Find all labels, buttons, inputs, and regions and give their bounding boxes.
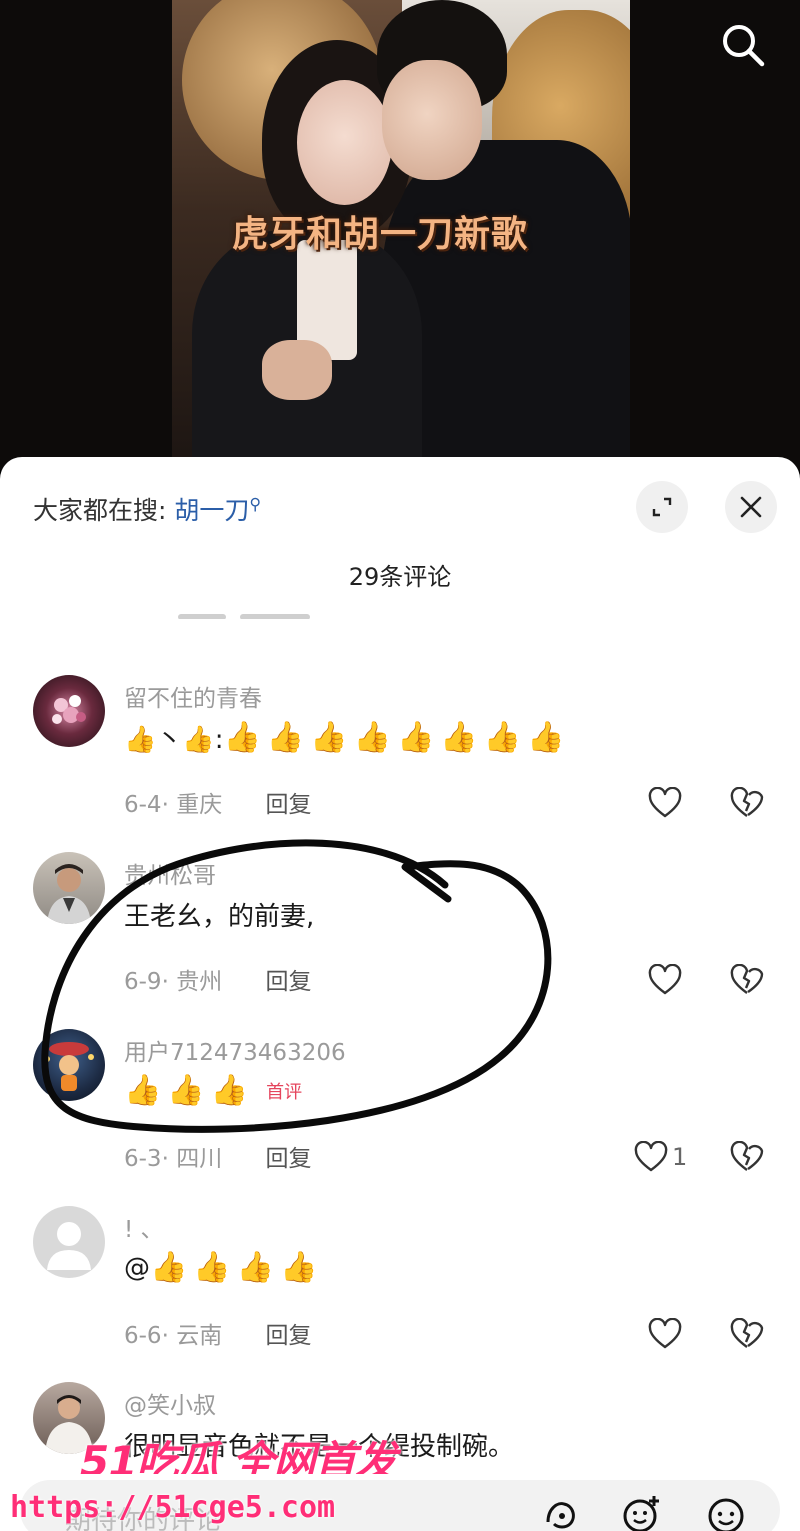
heart-icon bbox=[648, 1318, 682, 1349]
watermark-url: https://51cge5.com bbox=[10, 1490, 336, 1525]
comment-item: 用户712473463206 👍 👍 👍 首评 6-3· 四川 回复 1 bbox=[0, 1029, 800, 1199]
thumbs-up-emoji: 👍 bbox=[167, 1073, 205, 1108]
comment-meta: 6-4· 重庆 回复 bbox=[124, 785, 312, 819]
heart-icon bbox=[648, 787, 682, 818]
comment-item: 留不住的青春 👍丶👍: 👍 👍 👍 👍 👍 👍 👍 👍 6-4· 重庆 回复 bbox=[0, 675, 800, 845]
emoji-icon bbox=[708, 1498, 744, 1531]
broken-heart-icon bbox=[730, 1140, 764, 1171]
like-button[interactable] bbox=[648, 1318, 686, 1350]
thumbs-up-emoji: 👍 bbox=[280, 1250, 318, 1285]
search-suggestion-keyword[interactable]: 胡一刀 bbox=[174, 496, 249, 525]
small-search-icon: ⚲ bbox=[249, 494, 262, 514]
search-button[interactable] bbox=[718, 20, 768, 70]
gift-button[interactable] bbox=[540, 1492, 584, 1531]
dislike-button[interactable] bbox=[730, 963, 764, 1000]
thumbs-up-emoji: 👍 bbox=[483, 719, 522, 755]
video-player[interactable]: 虎牙和胡一刀新歌 bbox=[0, 0, 800, 470]
expand-icon bbox=[652, 497, 672, 517]
comment-date-location: 6-9· 贵州 bbox=[124, 969, 223, 995]
heart-icon bbox=[648, 964, 682, 995]
comment-text: 👍丶👍: 👍 👍 👍 👍 👍 👍 👍 👍 bbox=[124, 719, 570, 756]
comment-item: ! 、 @ 👍 👍 👍 👍 6-6· 云南 回复 bbox=[0, 1206, 800, 1376]
heart-icon bbox=[634, 1141, 668, 1172]
comment-username[interactable]: @笑小叔 bbox=[124, 1386, 216, 1420]
comment-meta: 6-9· 贵州 回复 bbox=[124, 962, 312, 996]
comment-text-prefix: @ bbox=[124, 1253, 150, 1283]
thumbs-up-emoji: 👍 bbox=[310, 719, 348, 755]
comment-text-prefix: 👍丶👍: bbox=[124, 725, 224, 755]
thumbs-up-emoji: 👍 bbox=[124, 1073, 162, 1108]
reply-button[interactable]: 回复 bbox=[266, 1323, 312, 1349]
comment-date-location: 6-6· 云南 bbox=[124, 1323, 223, 1349]
like-button[interactable] bbox=[648, 964, 686, 996]
reply-button[interactable]: 回复 bbox=[266, 969, 312, 995]
thumbs-up-emoji: 👍 bbox=[210, 1073, 249, 1108]
search-suggestion[interactable]: 大家都在搜: 胡一刀⚲ bbox=[33, 491, 261, 527]
thumbs-up-emoji: 👍 bbox=[527, 719, 565, 755]
search-icon bbox=[723, 25, 765, 67]
like-button[interactable] bbox=[648, 787, 686, 819]
broken-heart-icon bbox=[730, 963, 764, 994]
reply-button[interactable]: 回复 bbox=[266, 1146, 312, 1172]
comment-item: 贵州松哥 王老幺，的前妻, 6-9· 贵州 回复 bbox=[0, 852, 800, 1022]
broken-heart-icon bbox=[730, 786, 764, 817]
comment-sheet: 大家都在搜: 胡一刀⚲ 29条评论 留不住的青春 👍丶👍: 👍👍👍� bbox=[0, 457, 800, 1531]
close-icon bbox=[740, 496, 762, 518]
avatar[interactable] bbox=[33, 852, 105, 924]
comment-username[interactable]: 留不住的青春 bbox=[124, 679, 262, 713]
faded-previous-comment bbox=[178, 605, 328, 619]
thumbs-up-emoji: 👍 bbox=[223, 719, 261, 755]
thumbs-up-emoji: 👍 bbox=[193, 1250, 231, 1285]
thumbs-up-emoji: 👍 bbox=[150, 1250, 188, 1285]
like-button[interactable]: 1 bbox=[634, 1141, 687, 1173]
thumbs-up-emoji-row: 👍 👍 👍 bbox=[124, 1073, 254, 1109]
comment-username[interactable]: ! 、 bbox=[124, 1210, 164, 1244]
comment-username[interactable]: 贵州松哥 bbox=[124, 856, 216, 890]
gift-icon bbox=[546, 1502, 575, 1529]
thumbs-up-emoji: 👍 bbox=[440, 719, 478, 755]
avatar[interactable] bbox=[33, 675, 105, 747]
dislike-button[interactable] bbox=[730, 786, 764, 823]
comment-date-location: 6-3· 四川 bbox=[124, 1146, 223, 1172]
comment-text: 👍 👍 👍 首评 bbox=[124, 1073, 302, 1109]
thumbs-up-emoji-row: 👍 👍 👍 👍 bbox=[150, 1250, 323, 1286]
broken-heart-icon bbox=[730, 1317, 764, 1348]
thumbs-up-emoji: 👍 bbox=[266, 719, 305, 755]
first-comment-badge: 首评 bbox=[266, 1082, 303, 1103]
comment-username[interactable]: 用户712473463206 bbox=[124, 1033, 346, 1067]
video-caption: 虎牙和胡一刀新歌 bbox=[232, 214, 529, 255]
close-button[interactable] bbox=[725, 481, 777, 533]
thumbs-up-emoji: 👍 bbox=[236, 1250, 275, 1285]
comment-count: 29条评论 bbox=[348, 563, 452, 591]
comment-text: @ 👍 👍 👍 👍 bbox=[124, 1250, 323, 1286]
comment-meta: 6-6· 云南 回复 bbox=[124, 1316, 312, 1350]
expand-button[interactable] bbox=[636, 481, 688, 533]
comment-text: 王老幺，的前妻, bbox=[124, 902, 315, 932]
thumbs-up-emoji: 👍 bbox=[396, 719, 435, 755]
dislike-button[interactable] bbox=[730, 1317, 764, 1354]
emoji-add-icon bbox=[623, 1496, 659, 1531]
reply-button[interactable]: 回复 bbox=[266, 792, 312, 818]
thumbs-up-emoji: 👍 bbox=[353, 719, 391, 755]
emoji-add-button[interactable] bbox=[620, 1492, 664, 1531]
thumbs-up-emoji-row: 👍 👍 👍 👍 👍 👍 👍 👍 bbox=[224, 720, 571, 756]
like-count: 1 bbox=[672, 1143, 688, 1171]
emoji-button[interactable] bbox=[704, 1492, 748, 1531]
search-suggestion-prefix: 大家都在搜: bbox=[33, 496, 167, 525]
comment-meta: 6-3· 四川 回复 bbox=[124, 1139, 312, 1173]
default-avatar[interactable] bbox=[33, 1206, 105, 1278]
dislike-button[interactable] bbox=[730, 1140, 764, 1177]
comment-date-location: 6-4· 重庆 bbox=[124, 792, 223, 818]
avatar[interactable] bbox=[33, 1029, 105, 1101]
